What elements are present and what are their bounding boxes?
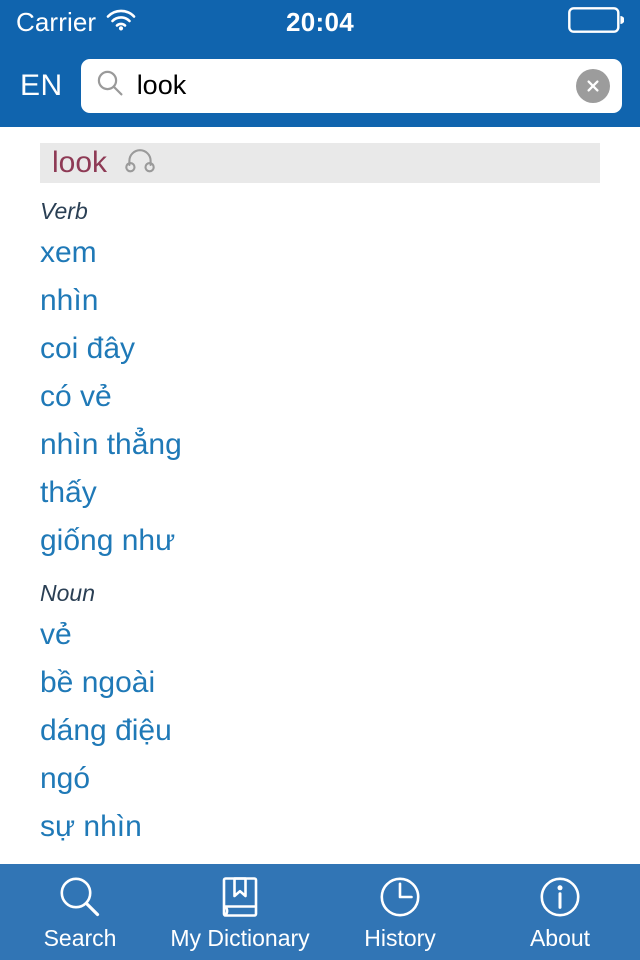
tab-about[interactable]: About: [480, 864, 640, 960]
search-icon: [95, 68, 125, 103]
app-root: Carrier 20:04 EN look look Verb xem nhìn…: [0, 0, 640, 960]
search-header: EN look: [0, 44, 640, 127]
part-of-speech-header: Verb: [40, 198, 88, 224]
tab-bar: Search My Dictionary History About: [0, 864, 640, 960]
translation-item[interactable]: có vẻ: [40, 373, 600, 421]
clock-icon: [377, 874, 423, 920]
tab-label-my-dictionary: My Dictionary: [170, 925, 310, 951]
translation-item[interactable]: nhìn thẳng: [40, 421, 600, 469]
tab-label-search: Search: [43, 925, 117, 951]
headword-row[interactable]: look: [40, 143, 600, 183]
translations-list: Verb xem nhìn coi đây có vẻ nhìn thẳng t…: [0, 183, 640, 851]
search-field[interactable]: look: [80, 58, 622, 113]
book-bookmark-icon: [217, 874, 263, 920]
translation-item[interactable]: bề ngoài: [40, 659, 600, 707]
clear-search-button[interactable]: [576, 68, 610, 103]
tab-label-history: History: [364, 925, 436, 951]
info-circle-icon: [537, 874, 583, 920]
tab-my-dictionary[interactable]: My Dictionary: [160, 864, 320, 960]
translation-item[interactable]: giống như: [40, 517, 600, 565]
tab-history[interactable]: History: [320, 864, 480, 960]
translation-item[interactable]: sự nhìn: [40, 803, 600, 851]
tab-label-about: About: [529, 925, 591, 951]
translation-item[interactable]: coi đây: [40, 325, 600, 373]
tab-search[interactable]: Search: [0, 864, 160, 960]
language-selector-button[interactable]: EN: [14, 67, 69, 105]
translation-item[interactable]: ngó: [40, 755, 600, 803]
translation-item[interactable]: thấy: [40, 469, 600, 517]
status-bar-left: Carrier: [16, 9, 136, 36]
translation-item[interactable]: xem: [40, 229, 600, 277]
translation-item[interactable]: dáng điệu: [40, 707, 600, 755]
magnifier-icon: [57, 874, 103, 920]
status-bar-right: [568, 6, 625, 38]
results-content: look Verb xem nhìn coi đây có vẻ nhìn th…: [0, 127, 640, 864]
translation-item[interactable]: nhìn: [40, 277, 600, 325]
translation-item[interactable]: vẻ: [40, 611, 600, 659]
search-input[interactable]: look: [137, 72, 564, 99]
headphones-icon[interactable]: [125, 148, 155, 178]
headword-text: look: [52, 146, 108, 179]
wifi-icon: [106, 9, 136, 36]
status-bar: Carrier 20:04: [0, 0, 640, 44]
battery-icon: [568, 6, 625, 38]
carrier-label: Carrier: [16, 7, 97, 37]
part-of-speech-header: Noun: [40, 580, 95, 606]
